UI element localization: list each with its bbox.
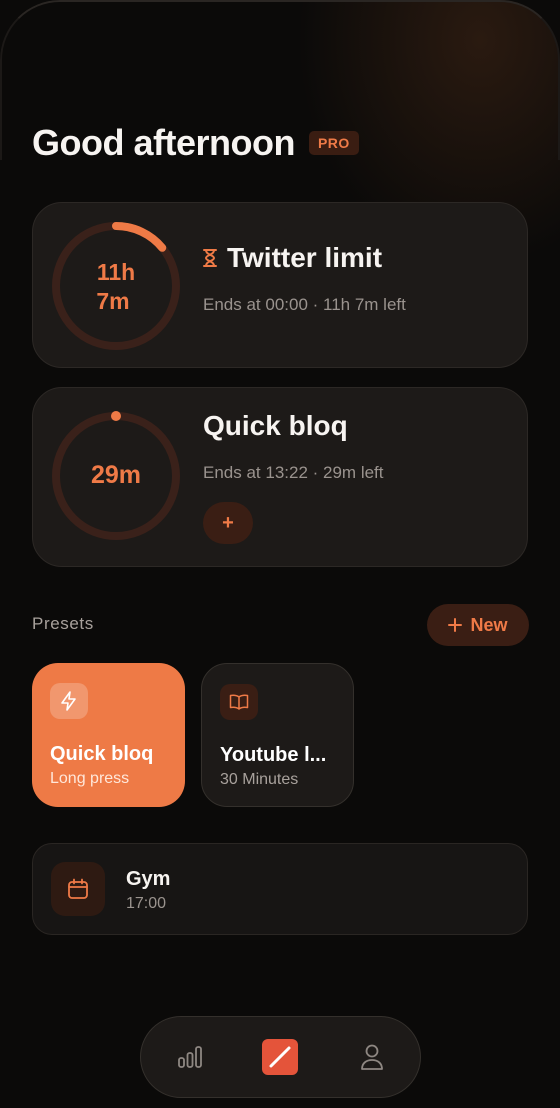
preset-title: Youtube l... bbox=[220, 744, 327, 766]
block-title-row: Twitter limit bbox=[203, 242, 382, 274]
new-preset-button[interactable]: New bbox=[427, 604, 529, 646]
block-subtitle: Ends at 13:22 · 29m left bbox=[203, 463, 384, 482]
preset-icon-wrap bbox=[220, 684, 258, 720]
block-subtitle: Ends at 00:00 · 11h 7m left bbox=[203, 295, 406, 314]
preset-subtitle: Long press bbox=[50, 770, 130, 787]
block-title: Quick bloq bbox=[203, 410, 348, 441]
pro-badge[interactable]: PRO bbox=[308, 131, 359, 155]
active-block-card-quick[interactable]: 29m Quick bloq Ends at 13:22 · 29m left … bbox=[32, 387, 528, 567]
ring-time-label: 11h 7m bbox=[49, 258, 183, 316]
tab-block[interactable] bbox=[262, 1039, 298, 1075]
header: Good afternoon PRO bbox=[32, 122, 359, 164]
calendar-icon bbox=[68, 878, 88, 899]
greeting-title: Good afternoon bbox=[32, 122, 295, 163]
new-preset-label: New bbox=[470, 614, 508, 635]
ring-time-label: 29m bbox=[90, 461, 142, 489]
block-icon bbox=[269, 1046, 291, 1068]
preset-card-youtube[interactable]: Youtube l... 30 Minutes bbox=[201, 663, 354, 807]
preset-card-quick-bloq[interactable]: Quick bloq Long press bbox=[32, 663, 185, 807]
presets-label: Presets bbox=[32, 614, 94, 633]
bottom-tab-bar bbox=[140, 1016, 421, 1098]
schedule-time: 17:00 bbox=[126, 895, 167, 912]
ring-hours: 11h bbox=[96, 259, 136, 285]
tab-stats[interactable] bbox=[172, 1039, 208, 1075]
ring-minutes: 7m bbox=[96, 288, 130, 314]
ring-start-dot bbox=[111, 411, 121, 421]
add-time-button[interactable]: + bbox=[203, 502, 253, 544]
book-icon bbox=[229, 694, 249, 710]
hourglass-icon bbox=[203, 249, 217, 267]
preset-subtitle: 30 Minutes bbox=[220, 771, 299, 788]
plus-icon bbox=[448, 618, 463, 632]
tab-profile[interactable] bbox=[354, 1039, 390, 1075]
lightning-icon bbox=[61, 691, 76, 711]
preset-title: Quick bloq bbox=[50, 743, 154, 765]
app-screen: Good afternoon PRO 11h 7m Twitter limit … bbox=[0, 0, 560, 1108]
person-icon bbox=[361, 1044, 383, 1070]
schedule-icon-wrap bbox=[51, 862, 105, 916]
preset-icon-wrap bbox=[50, 683, 88, 719]
block-title: Twitter limit bbox=[227, 242, 383, 273]
active-block-card-twitter[interactable]: 11h 7m Twitter limit Ends at 00:00 · 11h… bbox=[32, 202, 528, 368]
schedule-title: Gym bbox=[126, 868, 171, 890]
bar-chart-icon bbox=[178, 1046, 202, 1068]
schedule-item-gym[interactable]: Gym 17:00 bbox=[32, 843, 528, 935]
